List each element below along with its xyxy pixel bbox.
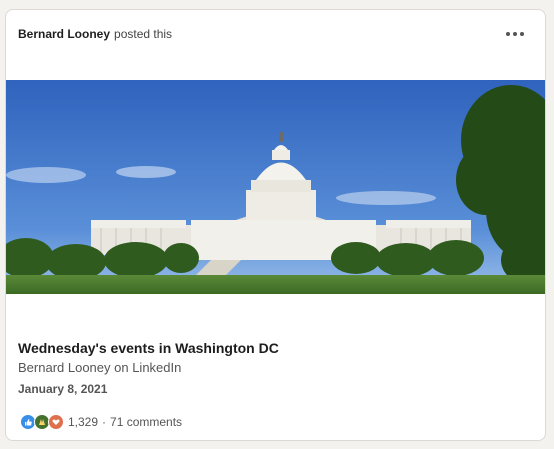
article-subtitle: Bernard Looney on LinkedIn (18, 360, 182, 375)
article-image[interactable] (6, 80, 546, 294)
post-card: Bernard Looney posted this Wednesday's e… (5, 9, 546, 441)
comments-count[interactable]: 71 comments (110, 415, 182, 429)
article-title[interactable]: Wednesday's events in Washington DC (18, 340, 279, 356)
author-name[interactable]: Bernard Looney (18, 27, 110, 41)
social-counts: 1,329 · 71 comments (20, 412, 182, 432)
love-icon (48, 414, 64, 430)
reaction-count[interactable]: 1,329 (68, 415, 98, 429)
more-options-icon[interactable] (503, 24, 527, 44)
post-action: posted this (114, 27, 173, 41)
separator: · (102, 415, 107, 429)
reaction-icons[interactable] (20, 414, 64, 430)
post-date: January 8, 2021 (18, 382, 108, 396)
post-header: Bernard Looney posted this (18, 24, 533, 44)
